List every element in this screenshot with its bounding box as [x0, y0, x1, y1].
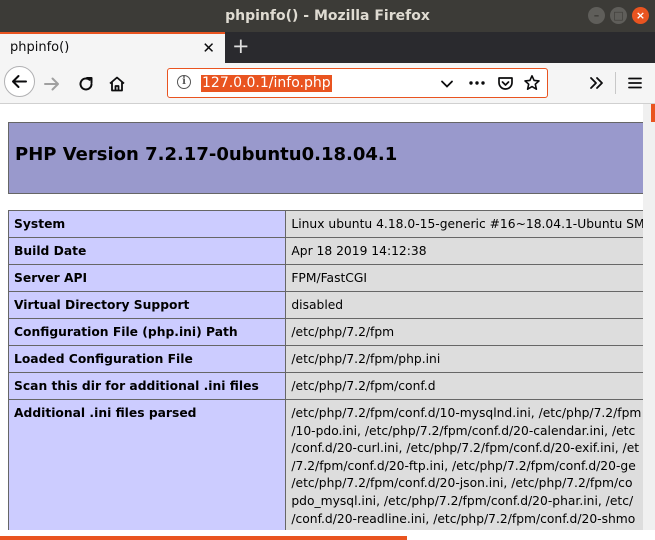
table-row: Virtual Directory Support disabled	[7, 291, 643, 319]
hamburger-menu-icon[interactable]	[627, 75, 643, 91]
maximize-icon[interactable]: □	[610, 7, 627, 24]
forward-icon[interactable]	[42, 74, 62, 94]
row-key: Additional .ini files parsed	[7, 398, 287, 530]
row-key: Configuration File (php.ini) Path	[7, 318, 287, 346]
tab-title: phpinfo()	[10, 40, 70, 55]
table-row: Server API FPM/FastCGI	[7, 264, 643, 292]
row-value: /etc/php/7.2/fpm/conf.d	[285, 372, 643, 400]
row-key: Virtual Directory Support	[7, 291, 287, 319]
row-key: System	[7, 210, 287, 238]
bookmark-star-icon[interactable]	[523, 74, 541, 92]
horizontal-scrollbar-thumb[interactable]	[0, 536, 407, 540]
pocket-icon[interactable]	[497, 75, 514, 92]
tab-phpinfo[interactable]: phpinfo() ✕	[0, 32, 225, 63]
page-title: PHP Version 7.2.17-0ubuntu0.18.04.1	[15, 144, 398, 165]
php-version-header: PHP Version 7.2.17-0ubuntu0.18.04.1	[8, 122, 643, 194]
back-arrow-icon	[12, 75, 27, 88]
back-button[interactable]	[4, 66, 35, 97]
table-row: Loaded Configuration File /etc/php/7.2/f…	[7, 345, 643, 373]
tab-close-icon[interactable]: ✕	[202, 39, 215, 57]
new-tab-icon[interactable]: +	[232, 34, 250, 58]
phpinfo-table: System Linux ubuntu 4.18.0-15-generic #1…	[7, 210, 643, 530]
window-titlebar: phpinfo() - Mozilla Firefox – □ ×	[0, 0, 655, 32]
reload-icon[interactable]	[76, 74, 96, 94]
url-bar[interactable]: i 127.0.0.1/info.php	[167, 68, 548, 98]
table-row: Additional .ini files parsed /etc/php/7.…	[7, 398, 643, 530]
row-value: /etc/php/7.2/fpm	[285, 318, 643, 346]
row-key: Server API	[7, 264, 287, 292]
ini-file-line: /10-pdo.ini, /etc/php/7.2/fpm/conf.d/20-…	[291, 423, 636, 438]
row-value: Linux ubuntu 4.18.0-15-generic #16~18.04…	[285, 210, 643, 238]
table-row: System Linux ubuntu 4.18.0-15-generic #1…	[7, 210, 643, 238]
ini-file-line: pdo_mysql.ini, /etc/php/7.2/fpm/conf.d/2…	[291, 493, 634, 508]
row-value: FPM/FastCGI	[285, 264, 643, 292]
page-content: PHP Version 7.2.17-0ubuntu0.18.04.1 Syst…	[0, 104, 643, 530]
window-close-icon[interactable]: ×	[632, 7, 649, 24]
ini-file-line: /conf.d/20-readline.ini, /etc/php/7.2/fp…	[291, 511, 636, 526]
row-key: Scan this dir for additional .ini files	[7, 372, 287, 400]
navigation-toolbar: i 127.0.0.1/info.php	[0, 63, 655, 104]
tab-bar: phpinfo() ✕ +	[0, 32, 655, 63]
minimize-icon[interactable]: –	[588, 7, 605, 24]
vertical-scrollbar-thumb[interactable]	[651, 104, 655, 122]
row-key: Build Date	[7, 237, 287, 265]
table-row: Build Date Apr 18 2019 14:12:38	[7, 237, 643, 265]
table-row: Scan this dir for additional .ini files …	[7, 372, 643, 400]
site-info-icon[interactable]: i	[177, 75, 191, 89]
ini-file-line: /etc/php/7.2/fpm/conf.d/10-mysqlnd.ini, …	[291, 406, 642, 420]
ini-file-line: /etc/php/7.2/fpm/conf.d/20-json.ini, /et…	[291, 476, 633, 491]
home-icon[interactable]	[107, 74, 127, 94]
url-text[interactable]: 127.0.0.1/info.php	[201, 75, 332, 92]
row-value: disabled	[285, 291, 643, 319]
toolbar-divider	[615, 72, 616, 94]
ini-file-line: /conf.d/20-curl.ini, /etc/php/7.2/fpm/co…	[291, 441, 640, 456]
window-controls: – □ ×	[588, 7, 649, 24]
row-value: Apr 18 2019 14:12:38	[285, 237, 643, 265]
chevron-down-icon[interactable]	[440, 77, 454, 91]
page-actions-icon[interactable]	[468, 78, 486, 88]
vertical-scrollbar[interactable]	[643, 104, 655, 530]
row-key: Loaded Configuration File	[7, 345, 287, 373]
ini-file-line: /7.2/fpm/conf.d/20-ftp.ini, /etc/php/7.2…	[291, 458, 636, 473]
overflow-chevron-icon[interactable]	[588, 75, 606, 91]
row-value: /etc/php/7.2/fpm/conf.d/10-mysqlnd.ini, …	[285, 398, 643, 530]
window-title: phpinfo() - Mozilla Firefox	[225, 8, 430, 24]
row-value: /etc/php/7.2/fpm/php.ini	[285, 345, 643, 373]
table-row: Configuration File (php.ini) Path /etc/p…	[7, 318, 643, 346]
